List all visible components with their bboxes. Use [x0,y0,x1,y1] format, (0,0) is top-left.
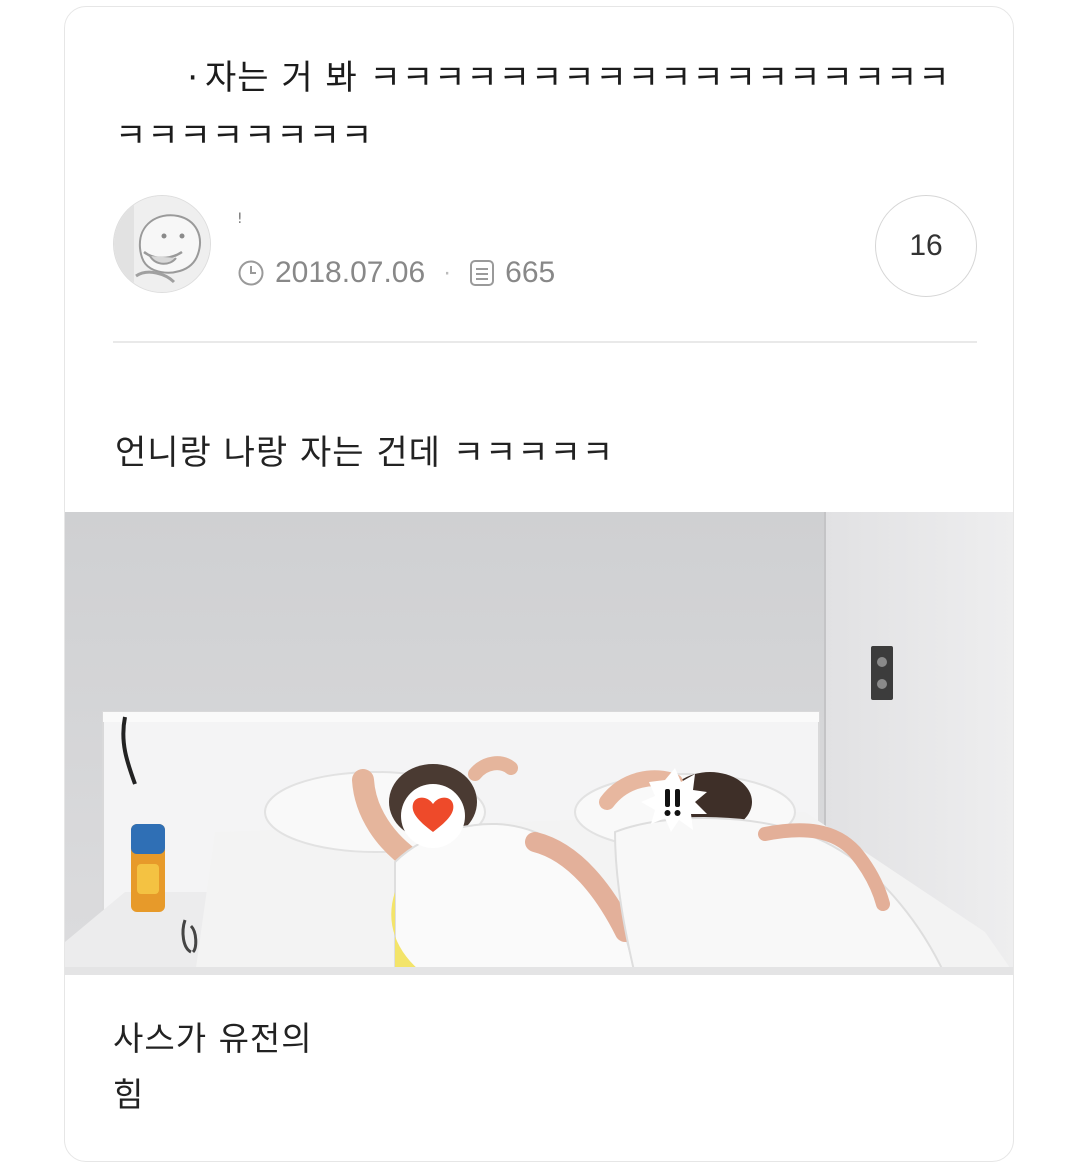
avatar-character-icon [114,196,210,292]
post-body-line: 언니랑 나랑 자는 건데 ㅋㅋㅋㅋㅋ [115,433,615,473]
post-meta: 2018.07.06 · 665 [237,253,555,293]
document-icon [469,259,495,287]
post-title: · 자는 거 봐 ㅋㅋㅋㅋㅋㅋㅋㅋㅋㅋㅋㅋㅋㅋㅋㅋㅋㅋㅋㅋㅋㅋㅋㅋㅋㅋ [115,49,975,165]
post-date: 2018.07.06 [275,256,426,289]
spray-can [131,824,165,912]
caption-line-1: 사스가 유전의 [113,1019,313,1058]
title-dot: · [187,58,199,98]
view-count: 665 [505,256,556,289]
post-card: · 자는 거 봐 ㅋㅋㅋㅋㅋㅋㅋㅋㅋㅋㅋㅋㅋㅋㅋㅋㅋㅋㅋㅋㅋㅋㅋㅋㅋㅋ ! 201… [64,6,1014,1162]
post-caption: 사스가 유전의 힘 [113,1011,313,1123]
heart-sticker [401,784,465,848]
author-name[interactable]: ! [237,211,243,227]
post-photo [65,512,1013,975]
title-text: 자는 거 봐 ㅋㅋㅋㅋㅋㅋㅋㅋㅋㅋㅋㅋㅋㅋㅋㅋㅋㅋㅋㅋㅋㅋㅋㅋㅋㅋ [115,58,951,156]
divider [113,341,977,343]
avatar[interactable] [113,195,211,293]
clock-icon [237,259,265,287]
comment-count-button[interactable]: 16 [875,195,977,297]
wall-outlet [871,646,893,700]
meta-separator: · [443,259,452,286]
caption-line-2: 힘 [113,1075,145,1114]
